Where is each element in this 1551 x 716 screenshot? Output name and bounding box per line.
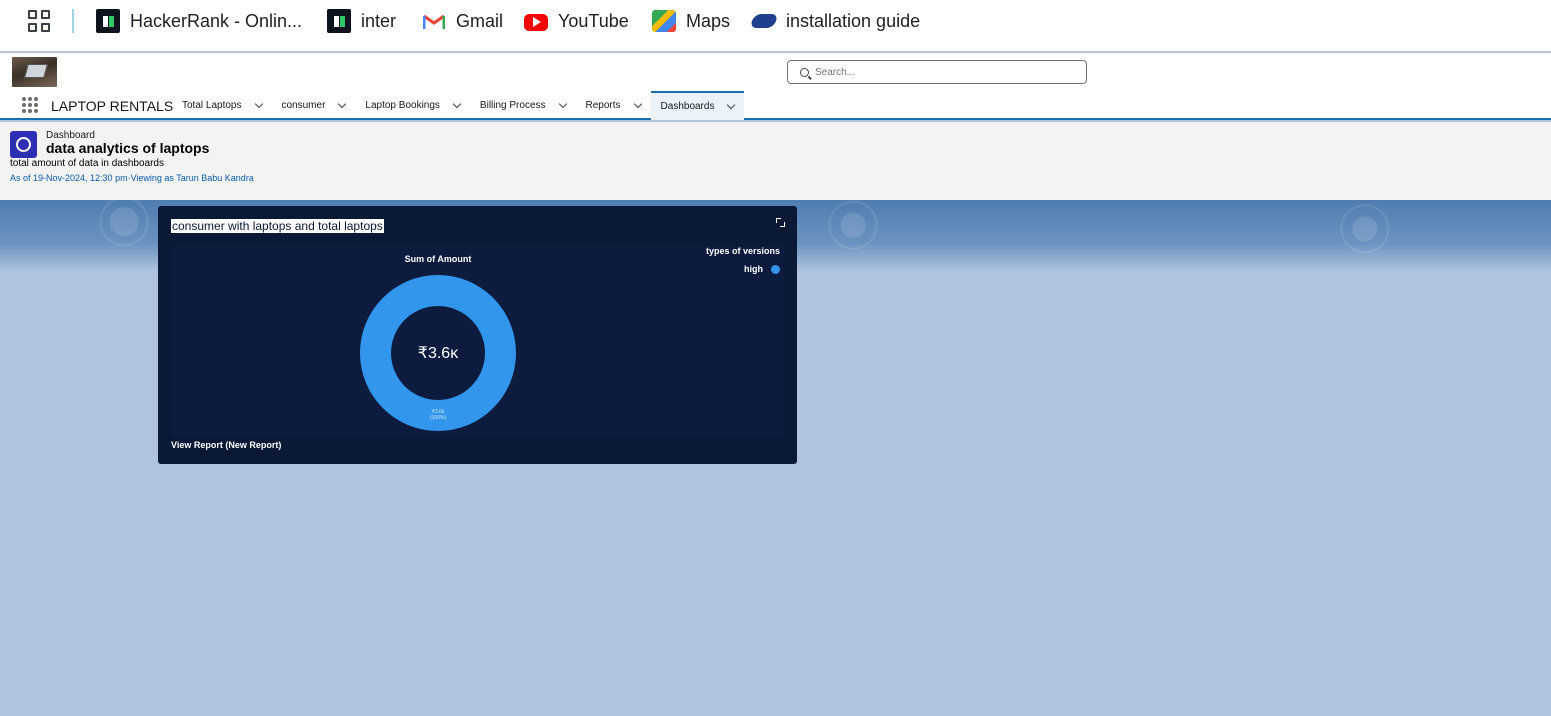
bookmark-label: inter: [361, 10, 397, 31]
expand-icon[interactable]: [776, 218, 785, 227]
tab-label: Billing Process: [479, 100, 546, 111]
bookmark-label: HackerRank - Onlin...: [130, 10, 303, 31]
tab-label: consumer: [281, 100, 326, 111]
view-report-link[interactable]: View Report (New Report): [171, 440, 281, 450]
gmail-icon: [422, 9, 446, 33]
chevron-down-icon[interactable]: [633, 99, 642, 109]
global-search[interactable]: [787, 60, 1087, 84]
bookmark-label: installation guide: [786, 10, 921, 31]
legend-item-high[interactable]: high: [744, 264, 780, 274]
bookmark-inter[interactable]: inter: [327, 9, 396, 33]
dashboard-icon: [10, 131, 37, 158]
youtube-icon: [524, 13, 548, 31]
tab-laptop-bookings[interactable]: Laptop Bookings: [355, 91, 470, 120]
bookmark-label: YouTube: [558, 10, 629, 31]
dashboard-description: total amount of data in dashboards: [10, 158, 164, 169]
app-name: LAPTOP RENTALS: [51, 98, 174, 114]
dashboard-meta: As of 19-Nov-2024, 12:30 pm·Viewing as T…: [10, 173, 254, 183]
search-icon: [800, 67, 809, 77]
slice-percent-label: (100%): [430, 415, 446, 421]
legend-title: types of versions: [705, 246, 780, 256]
tab-label: Reports: [585, 100, 621, 111]
donut-center-label: ₹3.6ĸ: [418, 345, 459, 362]
app-launcher-icon[interactable]: [22, 97, 38, 113]
app-header: LAPTOP RENTALS Total Laptops consumer La…: [0, 53, 1551, 120]
chevron-down-icon[interactable]: [338, 99, 347, 109]
hackerrank-icon: [327, 9, 351, 33]
legend-swatch: [771, 264, 780, 274]
chart-area: Sum of Amount ₹3.6ĸ ₹3.6k (100%) types o…: [171, 246, 784, 436]
link-icon: [749, 9, 779, 33]
bookmark-separator: [72, 9, 74, 33]
apps-grid-icon[interactable]: [28, 10, 50, 32]
hackerrank-icon: [96, 9, 120, 33]
page-title: data analytics of laptops: [46, 140, 210, 156]
tab-total-laptops[interactable]: Total Laptops: [172, 91, 272, 120]
tab-dashboards[interactable]: Dashboards: [650, 91, 745, 120]
dashboard-widget: consumer with laptops and total laptops …: [158, 206, 797, 464]
dashboard-canvas: consumer with laptops and total laptops …: [0, 200, 1551, 716]
bookmark-maps[interactable]: Maps: [652, 9, 730, 33]
legend-label: high: [744, 264, 763, 274]
widget-title: consumer with laptops and total laptops: [171, 219, 384, 233]
bookmark-installation-guide[interactable]: installation guide: [749, 9, 921, 33]
tab-reports[interactable]: Reports: [576, 91, 651, 120]
bookmark-label: Gmail: [456, 10, 504, 31]
tab-label: Laptop Bookings: [365, 100, 440, 111]
chevron-down-icon[interactable]: [254, 99, 263, 109]
donut-chart: Sum of Amount ₹3.6ĸ ₹3.6k (100%): [360, 254, 516, 431]
bookmark-hackerrank[interactable]: HackerRank - Onlin...: [96, 9, 302, 33]
tab-label: Dashboards: [660, 101, 715, 112]
bookmark-gmail[interactable]: Gmail: [422, 9, 503, 33]
bookmark-label: Maps: [686, 10, 731, 31]
tab-consumer[interactable]: consumer: [272, 91, 356, 120]
chart-title: Sum of Amount: [405, 254, 472, 264]
chevron-down-icon[interactable]: [452, 99, 462, 109]
search-input[interactable]: [815, 66, 1075, 78]
bookmarks-bar: HackerRank - Onlin... inter Gmail YouTub…: [0, 0, 1551, 52]
bookmark-youtube[interactable]: YouTube: [524, 9, 629, 33]
app-logo[interactable]: [12, 57, 57, 87]
dashboard-header: Dashboard data analytics of laptops tota…: [0, 122, 1551, 200]
maps-icon: [652, 10, 676, 32]
tab-billing-process[interactable]: Billing Process: [470, 91, 576, 120]
chevron-down-icon[interactable]: [727, 100, 736, 110]
chevron-down-icon[interactable]: [558, 99, 567, 109]
nav-bar: Total Laptops consumer Laptop Bookings B…: [172, 91, 745, 120]
tab-label: Total Laptops: [182, 100, 242, 111]
